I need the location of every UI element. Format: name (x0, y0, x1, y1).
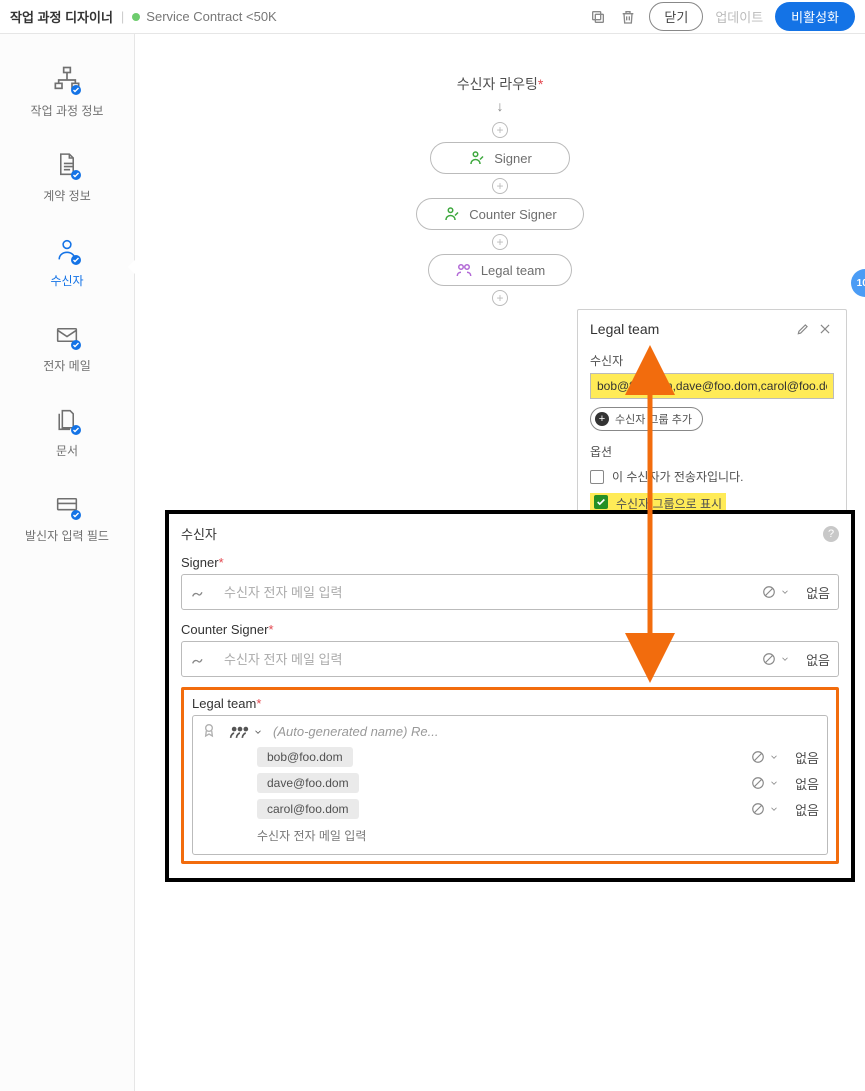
node-legal-team[interactable]: Legal team (428, 254, 572, 286)
add-node-button[interactable]: + (492, 234, 508, 250)
sidebar-item-email[interactable]: 전자 메일 (0, 309, 134, 394)
pen-icon[interactable] (190, 650, 208, 669)
preview-title: 수신자 (181, 524, 823, 543)
prohibit-icon (762, 585, 776, 599)
add-recipient-group-button[interactable]: + 수신자 그룹 추가 (590, 407, 703, 431)
mail-icon (51, 319, 83, 351)
auth-text: 없음 (795, 800, 819, 819)
fields-icon (51, 489, 83, 521)
signer-email-input[interactable] (222, 584, 762, 601)
add-node-button[interactable]: + (492, 290, 508, 306)
chevron-down-icon (780, 587, 790, 597)
signer-icon (443, 205, 461, 223)
hierarchy-icon (51, 64, 83, 96)
pen-icon[interactable] (190, 583, 208, 602)
node-label: Legal team (481, 263, 545, 278)
help-icon[interactable]: ? (823, 526, 839, 542)
node-signer[interactable]: Signer (430, 142, 570, 174)
sidebar-item-label: 문서 (56, 442, 78, 459)
sidebar-item-workflow-info[interactable]: 작업 과정 정보 (0, 54, 134, 139)
email-chip[interactable]: bob@foo.dom (257, 747, 353, 767)
chevron-down-icon (253, 727, 263, 737)
sidebar-item-recipients[interactable]: 수신자 (0, 224, 134, 309)
checkbox-sender[interactable] (590, 470, 604, 484)
auth-select[interactable] (762, 652, 790, 666)
sidebar-item-agreement-info[interactable]: 계약 정보 (0, 139, 134, 224)
sidebar-item-label: 수신자 (50, 272, 83, 289)
sidebar-item-label: 작업 과정 정보 (31, 102, 104, 119)
auth-select[interactable] (762, 585, 790, 599)
email-chip[interactable]: dave@foo.dom (257, 773, 359, 793)
prohibit-icon (751, 750, 765, 764)
auth-text: 없음 (795, 748, 819, 767)
close-icon[interactable] (816, 320, 834, 338)
panel-title: Legal team (590, 321, 790, 337)
group-icon (455, 261, 473, 279)
email-chip[interactable]: carol@foo.dom (257, 799, 359, 819)
documents-icon (51, 404, 83, 436)
chevron-down-icon (780, 654, 790, 664)
arrow-down-icon: ↓ (497, 98, 504, 114)
user-icon (51, 234, 83, 266)
close-button[interactable]: 닫기 (649, 2, 703, 31)
app-title: 작업 과정 디자이너 (10, 7, 113, 26)
option-sender-label: 이 수신자가 전송자입니다. (612, 468, 743, 485)
chevron-down-icon (769, 752, 779, 762)
recipient-input[interactable] (590, 373, 834, 399)
section-label-signer: Signer* (181, 555, 839, 570)
chevron-down-icon (769, 804, 779, 814)
prohibit-icon (762, 652, 776, 666)
update-button: 업데이트 (715, 7, 763, 26)
trash-icon[interactable] (619, 8, 637, 26)
signer-email-row: 없음 (181, 574, 839, 610)
prohibit-icon (751, 776, 765, 790)
flow-title: 수신자 라우팅* (457, 74, 544, 94)
recipient-label: 수신자 (590, 352, 834, 369)
section-label-counter: Counter Signer* (181, 622, 839, 637)
autogen-name: (Auto-generated name) Re... (273, 724, 438, 739)
topbar: 작업 과정 디자이너 | Service Contract <50K 닫기 업데… (0, 0, 865, 34)
counter-email-input[interactable] (222, 651, 762, 668)
legal-group-row: (Auto-generated name) Re... bob@foo.dom … (192, 715, 828, 855)
options-label: 옵션 (590, 443, 834, 460)
workflow-name: Service Contract <50K (146, 9, 276, 24)
document-icon (51, 149, 83, 181)
routing-flow: 수신자 라우팅* ↓ + Signer + Counter Signer + L… (135, 74, 865, 310)
sidebar-item-label: 전자 메일 (43, 357, 91, 374)
deactivate-button[interactable]: 비활성화 (775, 2, 855, 31)
chevron-down-icon (769, 778, 779, 788)
sidebar-item-label: 계약 정보 (43, 187, 91, 204)
section-label-legal: Legal team* (192, 696, 828, 711)
legal-team-section: Legal team* (Auto-generated name) Re... … (181, 687, 839, 864)
sidebar-item-sender-fields[interactable]: 발신자 입력 필드 (0, 479, 134, 564)
plus-icon: + (595, 412, 609, 426)
edit-icon[interactable] (794, 320, 812, 338)
sidebar-item-documents[interactable]: 문서 (0, 394, 134, 479)
auth-text: 없음 (806, 650, 830, 669)
email-input-placeholder[interactable]: 수신자 전자 메일 입력 (201, 827, 819, 844)
sidebar: 작업 과정 정보 계약 정보 수신자 전자 메일 (0, 34, 135, 1091)
auth-select[interactable] (751, 802, 779, 816)
signer-icon (468, 149, 486, 167)
node-label: Signer (494, 151, 532, 166)
copy-icon[interactable] (589, 8, 607, 26)
separator: | (121, 9, 124, 24)
counter-email-row: 없음 (181, 641, 839, 677)
sidebar-item-label: 발신자 입력 필드 (25, 527, 109, 544)
preview-window: 수신자 ? Signer* 없음 Counter Signer* 없음 (165, 510, 855, 882)
badge-icon (201, 722, 219, 741)
add-node-button[interactable]: + (492, 122, 508, 138)
status-dot-icon (132, 13, 140, 21)
add-node-button[interactable]: + (492, 178, 508, 194)
group-people-icon[interactable] (229, 725, 263, 739)
auth-text: 없음 (795, 774, 819, 793)
checkbox-group-display[interactable] (594, 495, 608, 509)
auth-select[interactable] (751, 776, 779, 790)
node-counter-signer[interactable]: Counter Signer (416, 198, 583, 230)
auth-text: 없음 (806, 583, 830, 602)
node-label: Counter Signer (469, 207, 556, 222)
auth-select[interactable] (751, 750, 779, 764)
prohibit-icon (751, 802, 765, 816)
